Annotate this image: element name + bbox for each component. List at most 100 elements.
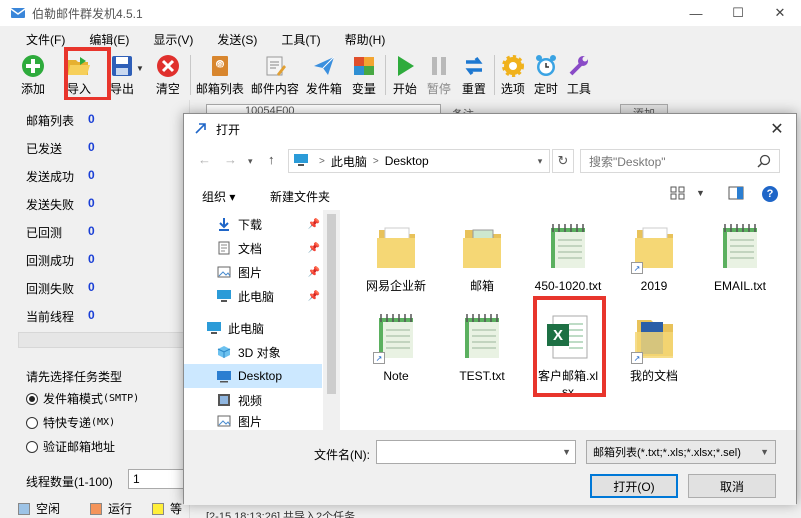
options-label: 选项: [500, 82, 525, 96]
pause-button[interactable]: 暂停: [422, 52, 456, 98]
back-icon[interactable]: ←: [198, 152, 211, 167]
legend-swatch: [18, 502, 30, 515]
nav-item-this-pc-pinned[interactable]: 此电脑 📌: [184, 284, 322, 308]
import-highlight-box: [64, 47, 111, 101]
legend-label: 运行: [108, 502, 133, 516]
filename-input[interactable]: ▼: [376, 440, 576, 464]
refresh-icon[interactable]: ↻: [552, 149, 574, 173]
menu-send[interactable]: 发送(S): [201, 28, 265, 50]
open-button[interactable]: 打开(O): [590, 474, 678, 498]
nav-item-3d-objects[interactable]: 3D 对象: [184, 340, 322, 364]
preview-pane-icon[interactable]: [728, 186, 744, 200]
timer-button[interactable]: 定时: [529, 52, 563, 98]
maximize-button[interactable]: ☐: [717, 0, 759, 26]
progress-bar: [18, 332, 190, 348]
nav-item-label: Desktop: [238, 369, 283, 383]
nav-item-this-pc[interactable]: 此电脑: [184, 316, 322, 340]
file-type-select[interactable]: 邮箱列表(*.txt;*.xls;*.xlsx;*.sel) ▼: [586, 440, 776, 464]
radio-verify-mode[interactable]: 验证邮箱地址: [26, 438, 115, 455]
forward-icon[interactable]: →: [224, 152, 237, 167]
stat-label: 回测成功: [26, 254, 75, 268]
mail-content-button[interactable]: 邮件内容: [247, 52, 303, 98]
up-icon[interactable]: ↑: [268, 152, 275, 167]
stat-value: 0: [88, 280, 95, 294]
dialog-footer: 文件名(N): ▼ 邮箱列表(*.txt;*.xls;*.xlsx;*.sel)…: [184, 430, 796, 505]
close-window-button[interactable]: ✕: [759, 0, 801, 26]
menu-help[interactable]: 帮助(H): [329, 28, 394, 50]
variables-button[interactable]: 变量: [345, 52, 383, 98]
new-folder-button[interactable]: 新建文件夹: [270, 188, 330, 205]
file-item[interactable]: TEST.txt: [440, 310, 524, 384]
chevron-down-icon[interactable]: ▼: [562, 447, 571, 457]
picture-icon: [216, 413, 232, 429]
minimize-button[interactable]: —: [675, 0, 717, 26]
scrollbar-thumb[interactable]: [327, 214, 336, 394]
blocks-icon: [351, 54, 377, 78]
nav-item-videos[interactable]: 视频: [184, 388, 322, 412]
search-input[interactable]: 搜索"Desktop": [580, 149, 780, 173]
chevron-right-icon: >: [319, 155, 325, 167]
stat-label: 发送成功: [26, 170, 75, 184]
radio-unselected-icon: [26, 416, 38, 429]
legend-swatch: [152, 502, 164, 515]
outbox-label: 发件箱: [305, 82, 342, 96]
stat-label: 邮箱列表: [26, 114, 75, 128]
recent-chevron-icon[interactable]: ▾: [248, 156, 253, 167]
radio-mx-mode[interactable]: 特快专递 (MX): [26, 414, 115, 431]
navigation-scrollbar[interactable]: [323, 210, 340, 432]
nav-item-label: 图片: [238, 414, 263, 429]
file-item[interactable]: ↗ Note: [354, 310, 438, 384]
file-item[interactable]: 450-1020.txt: [526, 220, 610, 296]
tools-button[interactable]: 工具: [563, 52, 595, 98]
view-options[interactable]: ▼: [670, 186, 705, 200]
file-name: 450-1020.txt: [534, 279, 602, 293]
menu-tools[interactable]: 工具(T): [265, 28, 328, 50]
threads-input[interactable]: 1: [128, 469, 184, 489]
file-item[interactable]: ↗ 2019: [612, 220, 696, 294]
cancel-button[interactable]: 取消: [688, 474, 776, 498]
nav-item-pictures-2[interactable]: 图片: [184, 412, 322, 430]
file-item[interactable]: EMAIL.txt: [698, 220, 782, 294]
alarm-clock-icon: [533, 54, 559, 78]
file-item[interactable]: 邮箱: [440, 220, 524, 294]
address-dropdown-icon[interactable]: ▾: [530, 149, 550, 173]
view-dropdown-icon[interactable]: ▼: [696, 188, 705, 198]
mailbox-list-button[interactable]: @ 邮箱列表: [193, 52, 247, 98]
nav-item-desktop[interactable]: Desktop: [184, 364, 322, 388]
start-button[interactable]: 开始: [388, 52, 422, 98]
breadcrumb-item[interactable]: Desktop: [385, 154, 429, 168]
nav-item-pictures[interactable]: 图片 📌: [184, 260, 322, 284]
outbox-button[interactable]: 发件箱: [303, 52, 345, 98]
clear-button[interactable]: 清空: [148, 52, 188, 98]
tools-label: 工具: [566, 82, 591, 96]
menu-view[interactable]: 显示(V): [137, 28, 201, 50]
file-item[interactable]: 网易企业新: [354, 220, 438, 294]
add-button[interactable]: 添加: [10, 52, 56, 98]
nav-item-downloads[interactable]: 下载 📌: [184, 212, 322, 236]
reset-button[interactable]: 重置: [456, 52, 492, 98]
document-icon: [216, 240, 232, 256]
clear-label: 清空: [155, 82, 180, 96]
nav-item-label: 此电脑: [228, 321, 265, 336]
notepad-shortcut-icon: ↗: [371, 310, 421, 364]
nav-item-label: 3D 对象: [238, 345, 281, 360]
nav-item-documents[interactable]: 文档 📌: [184, 236, 322, 260]
pin-icon: 📌: [307, 290, 320, 302]
help-button[interactable]: ?: [762, 186, 778, 202]
options-button[interactable]: 选项: [497, 52, 529, 98]
export-dropdown-icon[interactable]: ▼: [136, 64, 144, 73]
organize-menu[interactable]: 组织 ▾: [202, 188, 235, 205]
computer-icon: [216, 288, 232, 304]
filename-label: 文件名(N):: [314, 448, 370, 462]
dialog-close-button[interactable]: ✕: [764, 118, 790, 140]
paper-plane-icon: [311, 54, 337, 78]
save-icon: [109, 54, 135, 78]
breadcrumb-item[interactable]: 此电脑: [331, 153, 367, 170]
stat-value: 0: [88, 168, 95, 182]
notepad-icon: [543, 220, 593, 274]
picture-icon: [216, 264, 232, 280]
file-item[interactable]: ↗ 我的文档: [612, 310, 696, 384]
radio-smtp-mode[interactable]: 发件箱模式 (SMTP): [26, 390, 139, 407]
address-bar[interactable]: > 此电脑 > Desktop: [288, 149, 550, 173]
add-label: 添加: [20, 82, 45, 96]
